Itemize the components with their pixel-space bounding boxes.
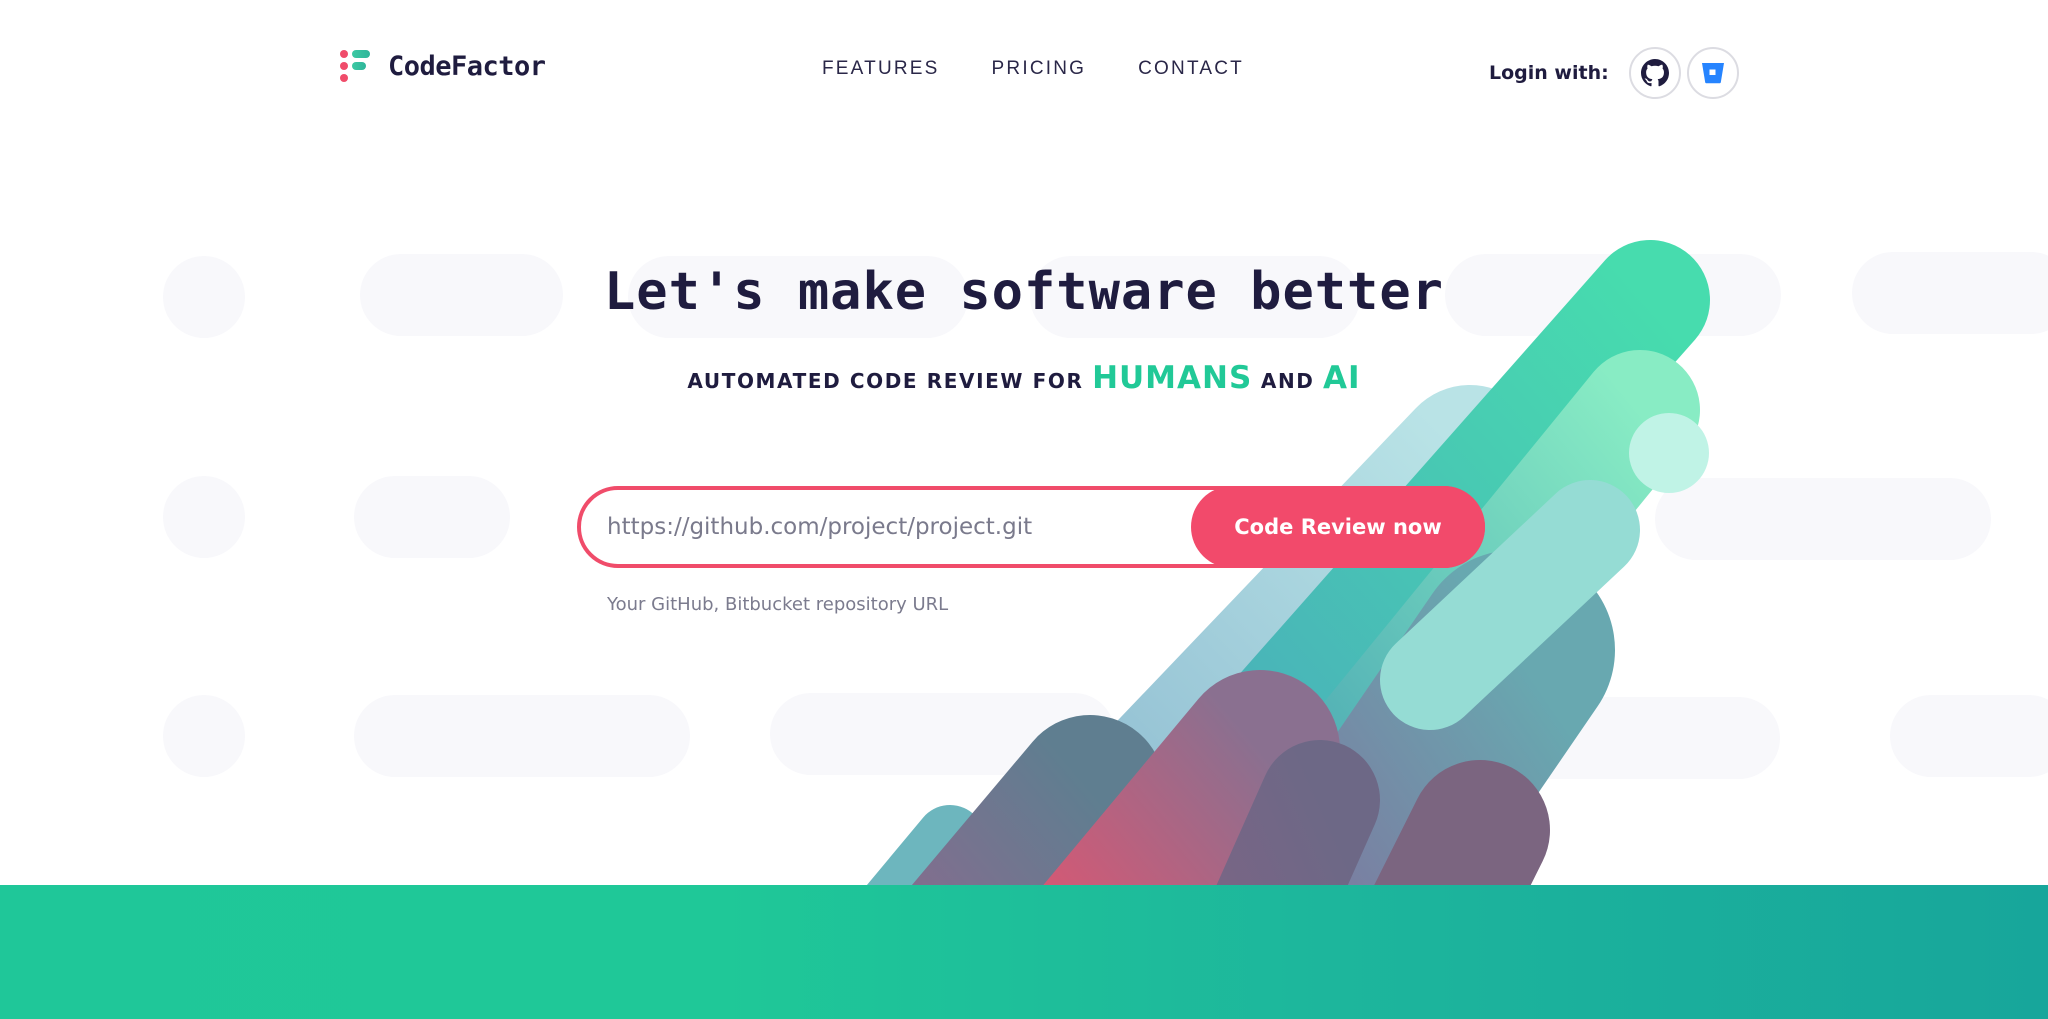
review-form: Code Review now	[577, 486, 1485, 568]
illustration-stroke	[866, 805, 985, 885]
illustration-stroke	[1181, 350, 1700, 885]
subtitle-prefix: AUTOMATED CODE REVIEW FOR	[687, 369, 1093, 393]
bg-pill	[1440, 697, 1780, 779]
login-github-button[interactable]	[1628, 47, 1681, 99]
nav-contact[interactable]: CONTACT	[1138, 58, 1244, 80]
repository-url-hint: Your GitHub, Bitbucket repository URL	[607, 594, 949, 615]
main-nav: FEATURES PRICING CONTACT	[822, 58, 1244, 80]
codefactor-logo-icon	[338, 48, 372, 84]
subtitle-and: AND	[1252, 369, 1324, 393]
login-bitbucket-button[interactable]	[1686, 47, 1739, 99]
nav-features[interactable]: FEATURES	[822, 58, 940, 80]
logo[interactable]: CodeFactor	[338, 48, 546, 84]
illustration-stroke	[911, 715, 1165, 885]
code-review-button[interactable]: Code Review now	[1191, 486, 1485, 568]
hero-subtitle: AUTOMATED CODE REVIEW FOR HUMANS AND AI	[0, 360, 2048, 396]
bg-pill	[1655, 478, 1991, 560]
repository-url-input[interactable]	[607, 490, 1167, 564]
bg-pill	[354, 476, 510, 558]
login-area: Login with:	[1489, 47, 1739, 99]
bg-pill	[163, 476, 245, 558]
footer-band	[0, 885, 2048, 1019]
nav-pricing[interactable]: PRICING	[992, 58, 1087, 80]
bg-pill	[1890, 695, 2048, 777]
github-icon	[1640, 59, 1669, 87]
hero-title: Let's make software better	[604, 262, 1444, 322]
illustration-stroke	[1374, 760, 1550, 885]
bg-pill	[163, 695, 245, 777]
bg-pill	[354, 695, 690, 777]
subtitle-ai: AI	[1323, 360, 1361, 396]
illustration-stroke	[1216, 740, 1380, 885]
bg-pill	[770, 693, 1115, 775]
logo-text: CodeFactor	[388, 50, 546, 82]
login-label: Login with:	[1489, 62, 1609, 84]
subtitle-humans: HUMANS	[1092, 360, 1253, 396]
bitbucket-icon	[1701, 63, 1724, 84]
site-header: CodeFactor FEATURES PRICING CONTACT Logi…	[0, 0, 2048, 115]
